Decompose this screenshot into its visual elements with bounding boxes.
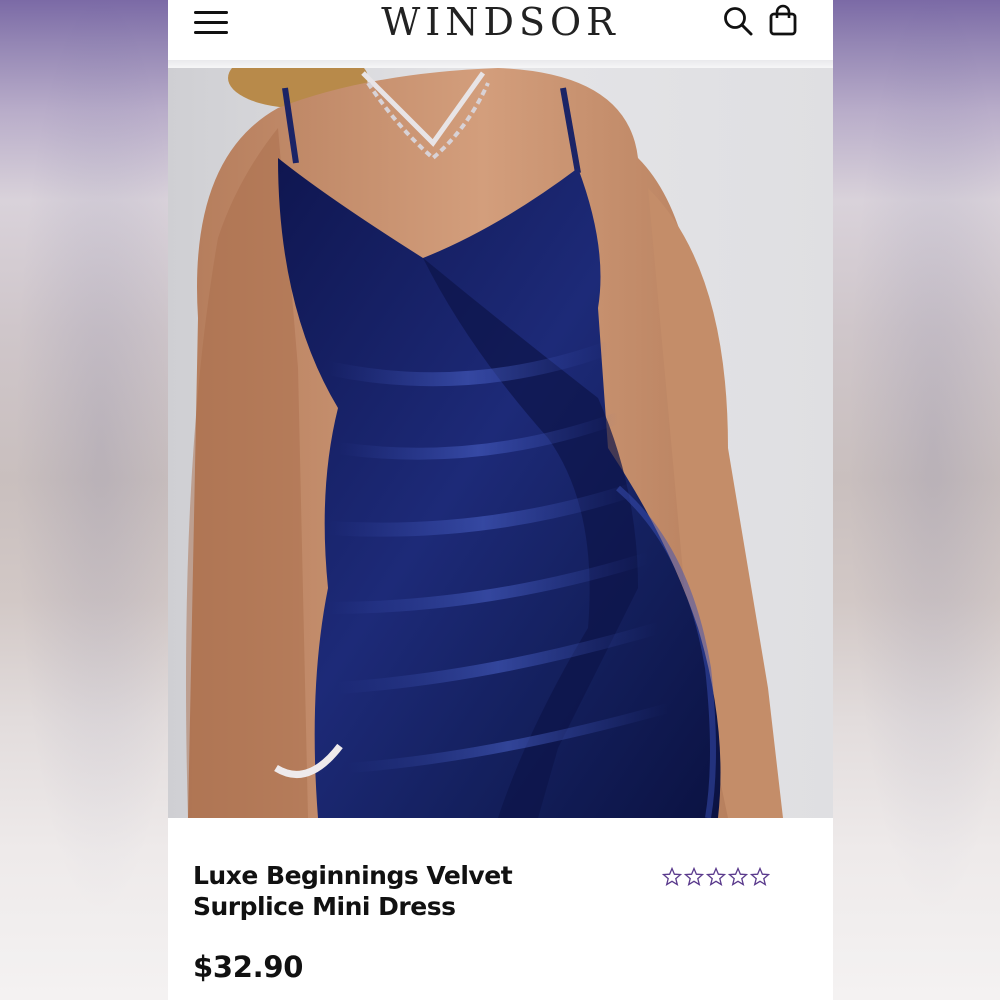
mobile-screen: WINDSOR Luxe Beginnings Velvet Surplice …: [168, 0, 833, 1000]
star-outline-icon: [750, 867, 770, 887]
product-title-line1: Luxe Beginnings Velvet: [193, 861, 513, 890]
star-rating[interactable]: [662, 867, 772, 889]
shopping-bag-icon[interactable]: [766, 4, 800, 38]
blurred-background-right: [833, 0, 1000, 1000]
product-title-line2: Surplice Mini Dress: [193, 892, 456, 921]
app-header: WINDSOR: [168, 0, 833, 60]
star-outline-icon: [728, 867, 748, 887]
star-outline-icon: [662, 867, 682, 887]
product-price: $32.90: [193, 950, 304, 984]
header-divider: [168, 60, 833, 68]
dress-photo: [186, 68, 783, 818]
blurred-background-left: [0, 0, 168, 1000]
product-info: Luxe Beginnings Velvet Surplice Mini Dre…: [168, 818, 833, 1000]
star-outline-icon: [684, 867, 704, 887]
search-icon[interactable]: [721, 4, 755, 38]
product-title: Luxe Beginnings Velvet Surplice Mini Dre…: [193, 860, 573, 922]
star-outline-icon: [706, 867, 726, 887]
product-image[interactable]: [168, 68, 833, 818]
